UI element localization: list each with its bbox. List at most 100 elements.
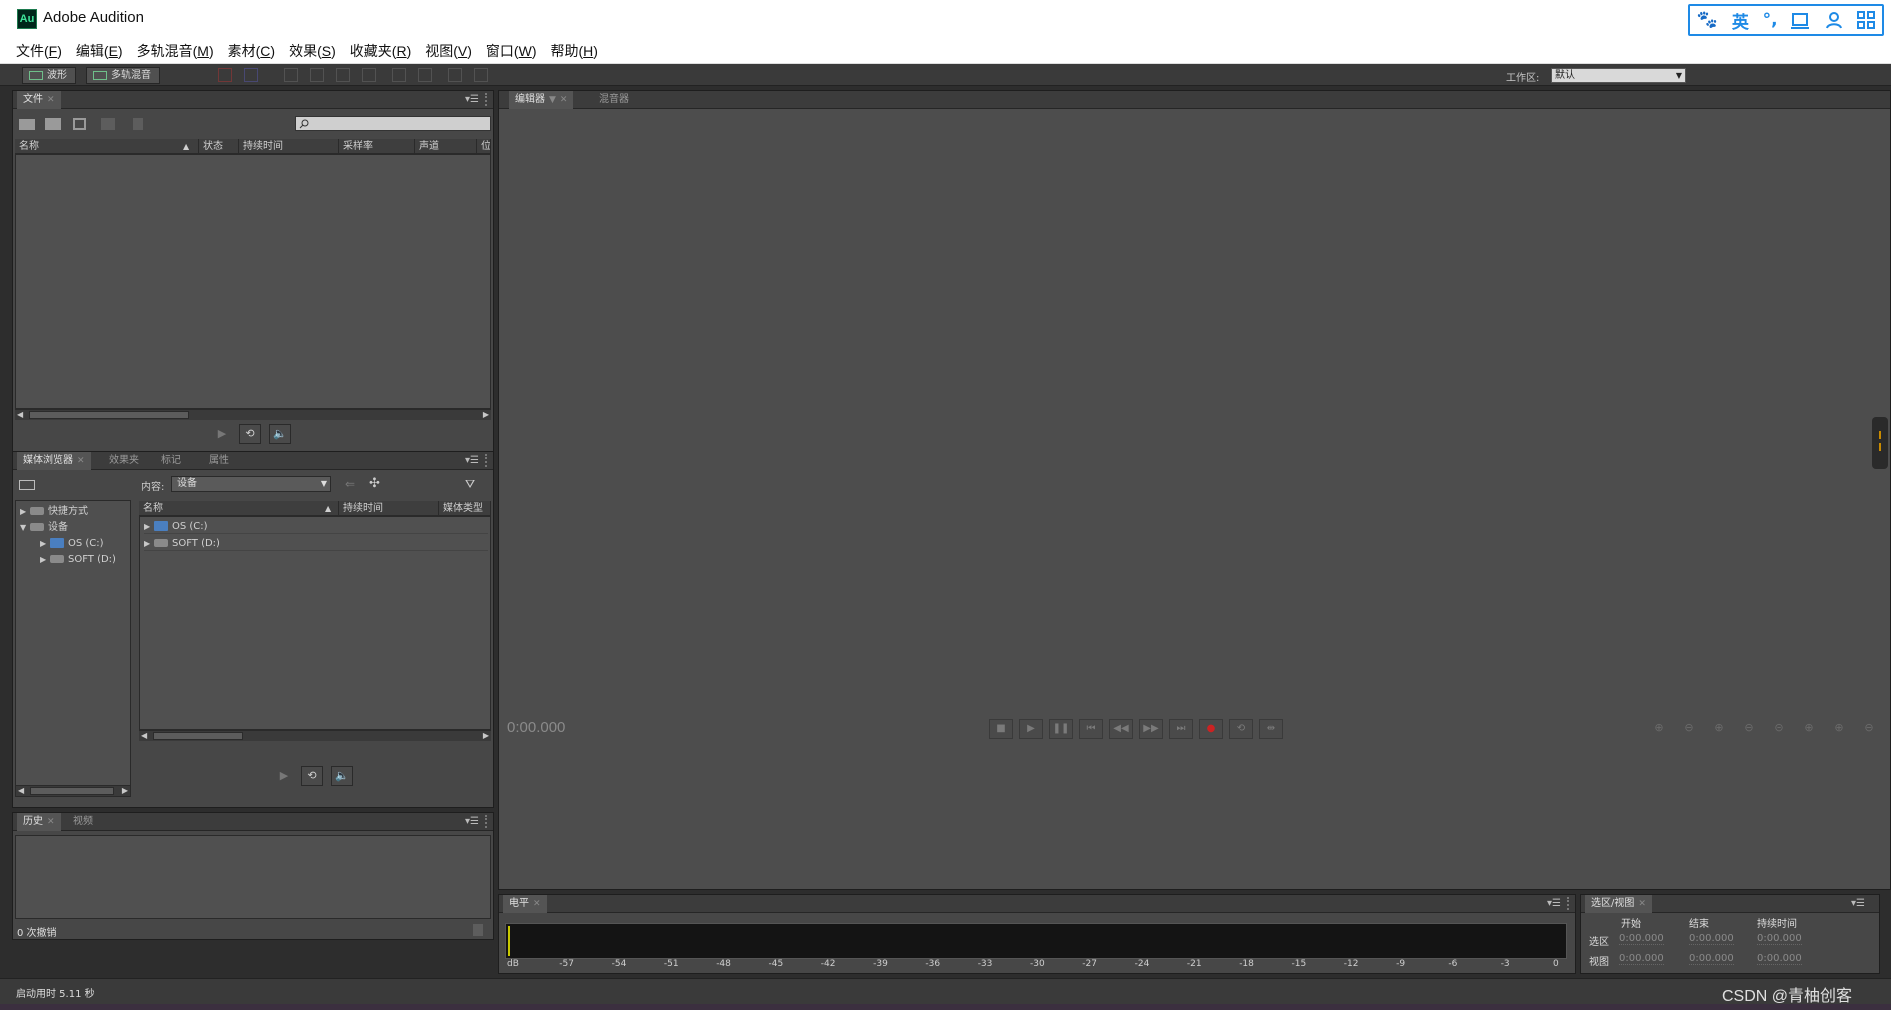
rewind-icon[interactable]: ◀◀ <box>1109 719 1133 739</box>
search-input[interactable] <box>295 116 491 131</box>
add-shortcut-icon[interactable]: ✣ <box>369 476 380 491</box>
files-list[interactable] <box>15 154 491 409</box>
history-list[interactable] <box>15 835 491 919</box>
zoom-out-amplitude-icon[interactable]: ⊖ <box>1677 721 1701 739</box>
tab-selection-view[interactable]: 选区/视图 ✕ <box>1585 895 1652 913</box>
zoom-in-point-icon[interactable]: ⊕ <box>1797 721 1821 739</box>
open-file-icon[interactable] <box>19 119 35 130</box>
multitrack-view-button[interactable]: 多轨混音 <box>86 67 160 84</box>
selection-end-value[interactable]: 0:00.000 <box>1689 933 1734 945</box>
user-icon[interactable] <box>1825 11 1843 29</box>
panel-menu-icon[interactable]: ▾☰ <box>1547 898 1561 909</box>
back-arrow-icon[interactable]: ⇐ <box>345 477 355 491</box>
record-icon[interactable]: ● <box>1199 719 1223 739</box>
ime-punct-toggle[interactable]: °, <box>1763 10 1778 30</box>
col-bit-depth[interactable]: 位 <box>477 139 491 154</box>
selection-start-value[interactable]: 0:00.000 <box>1619 933 1664 945</box>
close-tab-icon[interactable]: ✕ <box>77 456 85 466</box>
fast-forward-icon[interactable]: ▶▶ <box>1139 719 1163 739</box>
insert-multitrack-icon[interactable] <box>101 118 115 130</box>
menu-item-m[interactable]: 多轨混音(M) <box>130 38 221 63</box>
panel-grip-icon[interactable] <box>485 454 491 467</box>
tab-mixer[interactable]: 混音器 <box>593 91 635 109</box>
scroll-left-icon[interactable]: ◀ <box>17 410 23 419</box>
marquee-tool-icon[interactable] <box>392 68 406 82</box>
close-tab-icon[interactable]: ✕ <box>47 95 55 105</box>
tree-item-devices[interactable]: ▼ 设备 <box>20 520 68 535</box>
pause-icon[interactable]: ❚❚ <box>1049 719 1073 739</box>
loop-icon[interactable]: ⟲ <box>301 766 323 786</box>
view-start-value[interactable]: 0:00.000 <box>1619 953 1664 965</box>
panel-menu-icon[interactable]: ▾☰ <box>465 816 479 827</box>
brush-tool-icon[interactable] <box>448 68 462 82</box>
filter-icon[interactable]: ⛛ <box>465 477 475 492</box>
lasso-tool-icon[interactable] <box>418 68 432 82</box>
panel-grip-icon[interactable] <box>485 815 491 828</box>
files-hscroll[interactable]: ◀ ▶ <box>15 409 491 420</box>
scroll-left-icon[interactable]: ◀ <box>18 786 24 795</box>
zoom-channels-icon[interactable]: ⊖ <box>1857 721 1881 739</box>
loop-icon[interactable]: ⟲ <box>1229 719 1253 739</box>
panel-menu-icon[interactable]: ▾☰ <box>1851 898 1865 909</box>
close-tab-icon[interactable]: ✕ <box>1638 899 1646 909</box>
col-channels[interactable]: 声道 <box>415 139 477 154</box>
menu-item-r[interactable]: 收藏夹(R) <box>343 38 418 63</box>
menu-item-e[interactable]: 编辑(E) <box>69 38 130 63</box>
tree-item-drive-c[interactable]: ▶ OS (C:) <box>40 536 104 551</box>
play-icon[interactable]: ▶ <box>273 766 295 786</box>
spot-healing-tool-icon[interactable] <box>474 68 488 82</box>
zoom-out-time-icon[interactable]: ⊖ <box>1737 721 1761 739</box>
zoom-out-full-icon[interactable]: ⊝ <box>1767 721 1791 739</box>
trash-icon[interactable] <box>473 924 483 936</box>
zoom-selection-icon[interactable]: ⊕ <box>1827 721 1851 739</box>
delete-icon[interactable] <box>133 118 143 130</box>
tree-hscroll[interactable]: ◀ ▶ <box>16 785 130 796</box>
menu-item-v[interactable]: 视图(V) <box>418 38 479 63</box>
scroll-right-icon[interactable]: ▶ <box>483 731 489 740</box>
panel-menu-icon[interactable]: ▾☰ <box>465 94 479 105</box>
tab-video[interactable]: 视频 <box>67 813 99 831</box>
waveform-view-button[interactable]: 波形 <box>22 67 76 84</box>
close-tab-icon[interactable]: ✕ <box>533 899 541 909</box>
zoom-in-amplitude-icon[interactable]: ⊕ <box>1647 721 1671 739</box>
menu-item-w[interactable]: 窗口(W) <box>479 38 544 63</box>
skip-back-icon[interactable]: ⏮ <box>1079 719 1103 739</box>
spectral-frequency-icon[interactable] <box>218 68 232 82</box>
ime-mode-toggle[interactable]: 英 <box>1732 8 1749 33</box>
stop-icon[interactable]: ■ <box>989 719 1013 739</box>
col-media-type[interactable]: 媒体类型 <box>439 501 491 516</box>
panel-grip-icon[interactable] <box>485 93 491 106</box>
panel-menu-icon[interactable]: ▾☰ <box>465 455 479 466</box>
tab-media-browser[interactable]: 媒体浏览器 ✕ <box>17 452 91 470</box>
scroll-left-icon[interactable]: ◀ <box>141 731 147 740</box>
menu-item-s[interactable]: 效果(S) <box>282 38 343 63</box>
spectral-pitch-icon[interactable] <box>244 68 258 82</box>
view-toggle-icon[interactable] <box>19 480 35 490</box>
tab-properties[interactable]: 属性 <box>203 452 235 470</box>
skip-forward-icon[interactable]: ⏭ <box>1169 719 1193 739</box>
skin-icon[interactable] <box>1791 11 1811 29</box>
menu-item-h[interactable]: 帮助(H) <box>543 38 604 63</box>
grid-menu-icon[interactable] <box>1857 11 1876 29</box>
content-select[interactable]: 设备 ▼ <box>171 476 331 492</box>
loop-icon[interactable]: ⟲ <box>239 424 261 444</box>
tab-levels[interactable]: 电平 ✕ <box>503 895 547 913</box>
media-list[interactable]: ▶ OS (C:) ▶ SOFT (D:) <box>139 516 491 730</box>
tab-markers[interactable]: 标记 <box>155 452 187 470</box>
list-item[interactable]: ▶ OS (C:) <box>144 519 488 534</box>
scroll-right-icon[interactable]: ▶ <box>483 410 489 419</box>
autoplay-icon[interactable]: 🔈 <box>331 766 353 786</box>
list-item[interactable]: ▶ SOFT (D:) <box>144 536 488 551</box>
chevron-down-icon[interactable]: ▼ <box>549 95 556 105</box>
menu-item-c[interactable]: 素材(C) <box>221 38 282 63</box>
time-selection-tool-icon[interactable] <box>362 68 376 82</box>
play-icon[interactable]: ▶ <box>211 424 233 444</box>
skip-selection-icon[interactable]: ⇹ <box>1259 719 1283 739</box>
scroll-right-icon[interactable]: ▶ <box>122 786 128 795</box>
panel-grip-icon[interactable] <box>1567 897 1573 910</box>
tab-editor[interactable]: 编辑器 ▼ ✕ <box>509 91 574 109</box>
workspace-select[interactable]: 默认 ▼ <box>1551 68 1686 83</box>
col-name[interactable]: 名称 <box>139 501 339 516</box>
play-icon[interactable]: ▶ <box>1019 719 1043 739</box>
col-duration[interactable]: 持续时间 <box>339 501 439 516</box>
